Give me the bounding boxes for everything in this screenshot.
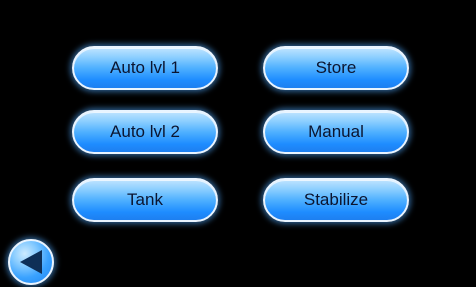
store-button[interactable]: Store [263,46,409,90]
auto-lvl-2-label: Auto lvl 2 [110,122,180,141]
auto-lvl-2-button[interactable]: Auto lvl 2 [72,110,218,154]
back-button[interactable] [8,239,54,285]
manual-button[interactable]: Manual [263,110,409,154]
tank-button[interactable]: Tank [72,178,218,222]
store-label: Store [315,58,357,77]
auto-lvl-1-label: Auto lvl 1 [110,58,180,77]
stabilize-label: Stabilize [303,190,369,209]
control-screen: Auto lvl 1 Store Auto lvl 2 Manual Tank … [0,0,476,287]
auto-lvl-1-button[interactable]: Auto lvl 1 [72,46,218,90]
stabilize-button[interactable]: Stabilize [263,178,409,222]
tank-label: Tank [127,190,163,209]
manual-label: Manual [308,122,364,141]
back-arrow-icon [20,250,42,274]
